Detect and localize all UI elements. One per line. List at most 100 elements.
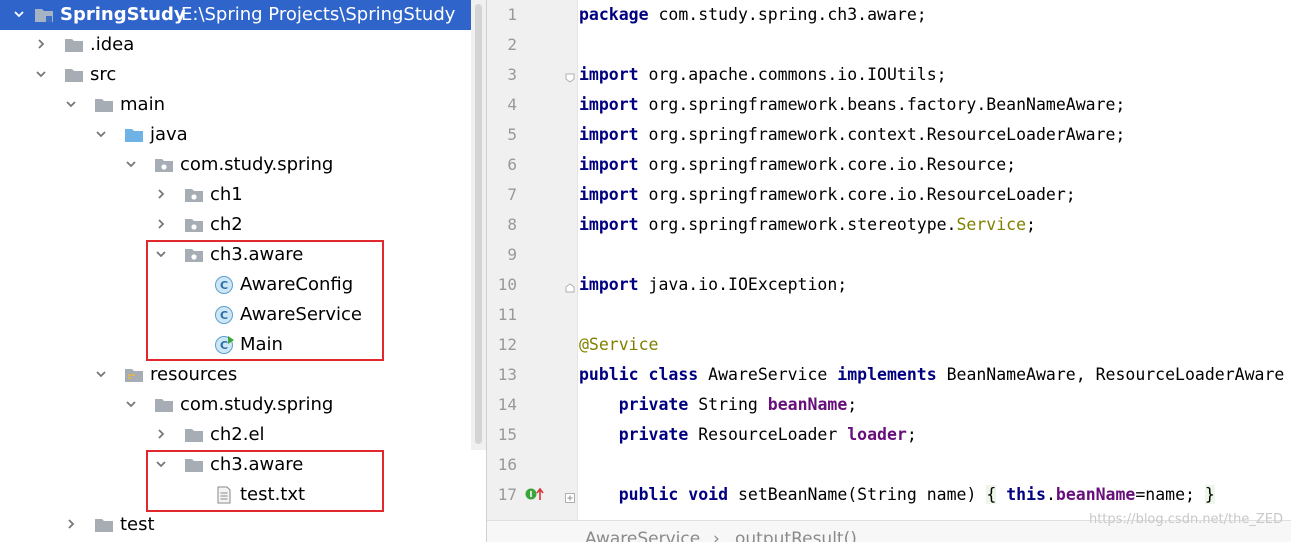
fold-plus-icon[interactable] xyxy=(565,488,575,503)
highlight-box-resources-ch3 xyxy=(146,450,384,512)
line-number: 4 xyxy=(507,95,517,114)
code-text: com.study.spring.ch3.aware; xyxy=(648,5,927,24)
code-line-14: private String beanName; xyxy=(579,390,857,420)
package-icon xyxy=(154,156,174,174)
code-text: org.springframework.context.ResourceLoad… xyxy=(638,125,1126,144)
code-text: ; xyxy=(906,425,917,444)
folder-icon xyxy=(64,66,84,84)
code-line-13: public class AwareService implements Bea… xyxy=(579,360,1291,390)
keyword: void xyxy=(688,485,729,504)
package-icon xyxy=(184,216,204,234)
fold-marker-icon[interactable] xyxy=(565,278,575,293)
code-line-15: private ResourceLoader loader; xyxy=(579,420,917,450)
tree-row-test[interactable]: test xyxy=(0,510,486,540)
keyword: package xyxy=(579,5,649,24)
code-line-3: import org.apache.commons.io.IOUtils; xyxy=(579,60,947,90)
code-text: org.springframework.beans.factory.BeanNa… xyxy=(638,95,1126,114)
chevron-right-icon[interactable] xyxy=(154,427,168,441)
tree-scrollbar-thumb[interactable] xyxy=(475,4,482,444)
keyword: this xyxy=(1006,485,1046,504)
field-name: beanName xyxy=(767,395,848,414)
project-name: SpringStudy xyxy=(60,4,186,25)
folder-icon xyxy=(94,96,114,114)
chevron-down-icon[interactable] xyxy=(64,97,78,111)
keyword: import xyxy=(579,155,639,174)
keyword: import xyxy=(579,275,639,294)
breadcrumb-method[interactable]: outputResult() xyxy=(735,529,857,542)
tree-item-label: ch2.el xyxy=(210,424,265,445)
code-text: ; xyxy=(1026,215,1036,234)
folder-icon xyxy=(94,516,114,534)
chevron-right-icon[interactable] xyxy=(34,37,48,51)
type-name: ResourceLoader xyxy=(688,425,848,444)
tree-item-label: com.study.spring xyxy=(180,154,334,175)
code-text: org.springframework.stereotype. xyxy=(638,215,957,234)
tree-row-resources[interactable]: resources xyxy=(0,360,486,390)
line-number: 12 xyxy=(497,335,517,354)
line-number: 14 xyxy=(497,395,517,414)
tree-row-ch2[interactable]: ch2 xyxy=(0,210,486,240)
line-number: 13 xyxy=(497,365,517,384)
tree-row-java[interactable]: java xyxy=(0,120,486,150)
line-number: 9 xyxy=(507,245,517,264)
chevron-right-icon[interactable] xyxy=(64,517,78,531)
code-editor[interactable]: 1 2 3 4 5 6 7 8 9 10 11 12 13 14 15 16 1… xyxy=(486,0,1291,542)
chevron-right-icon[interactable] xyxy=(154,217,168,231)
tree-row-src[interactable]: src xyxy=(0,60,486,90)
chevron-down-icon[interactable] xyxy=(12,7,26,21)
code-text: org.springframework.core.io.ResourceLoad… xyxy=(638,185,1076,204)
tree-item-label: ch2 xyxy=(210,214,243,235)
chevron-right-icon[interactable] xyxy=(154,187,168,201)
line-number: 6 xyxy=(507,155,517,174)
tree-item-label: resources xyxy=(150,364,238,385)
tree-row-idea[interactable]: .idea xyxy=(0,30,486,60)
tree-row-package[interactable]: com.study.spring xyxy=(0,150,486,180)
line-number: 17 xyxy=(497,485,517,504)
tree-row-ch2-el[interactable]: ch2.el xyxy=(0,420,486,450)
tree-row-main[interactable]: main xyxy=(0,90,486,120)
code-text: =name; xyxy=(1135,485,1205,504)
keyword: import xyxy=(579,65,639,84)
chevron-down-icon[interactable] xyxy=(94,127,108,141)
tree-item-label: test xyxy=(120,514,155,535)
annotation-text: @Service xyxy=(579,335,659,354)
code-text: ; xyxy=(847,395,858,414)
keyword: private xyxy=(618,395,689,414)
project-tree: SpringStudy E:\Spring Projects\SpringStu… xyxy=(0,0,486,542)
folder-icon xyxy=(154,396,174,414)
code-line-12: @Service xyxy=(579,330,658,360)
method-signature: setBeanName(String name) xyxy=(728,485,987,504)
tree-row-resource-package[interactable]: com.study.spring xyxy=(0,390,486,420)
keyword: private xyxy=(618,425,689,444)
code-text: . xyxy=(1045,485,1056,504)
close-brace: } xyxy=(1204,485,1215,504)
breadcrumb-separator: › xyxy=(713,529,720,542)
tree-row-project-root[interactable]: SpringStudy E:\Spring Projects\SpringStu… xyxy=(0,0,486,30)
gutter-divider xyxy=(577,0,578,520)
tree-item-label: main xyxy=(120,94,165,115)
annotation-text: Service xyxy=(956,215,1027,234)
line-number: 8 xyxy=(507,215,517,234)
field-name: loader xyxy=(847,425,907,444)
tree-row-ch1[interactable]: ch1 xyxy=(0,180,486,210)
fold-marker-icon[interactable] xyxy=(565,68,575,83)
line-number: 11 xyxy=(497,305,517,324)
chevron-down-icon[interactable] xyxy=(124,157,138,171)
implements-method-icon[interactable]: I xyxy=(525,486,545,502)
tree-item-label: ch1 xyxy=(210,184,243,205)
chevron-down-icon[interactable] xyxy=(124,397,138,411)
field-name: beanName xyxy=(1055,485,1136,504)
chevron-down-icon[interactable] xyxy=(94,367,108,381)
code-line-6: import org.springframework.core.io.Resou… xyxy=(579,150,1016,180)
line-number: 10 xyxy=(497,275,517,294)
code-text: org.springframework.core.io.Resource; xyxy=(638,155,1017,174)
resources-folder-icon xyxy=(124,366,144,384)
breadcrumb-class[interactable]: AwareService xyxy=(585,529,700,542)
code-text: java.io.IOException; xyxy=(638,275,848,294)
chevron-down-icon[interactable] xyxy=(34,67,48,81)
tree-item-label: java xyxy=(150,124,188,145)
code-line-10: import java.io.IOException; xyxy=(579,270,847,300)
keyword: implements xyxy=(837,365,937,384)
line-number: 5 xyxy=(507,125,517,144)
line-number: 1 xyxy=(507,5,517,24)
